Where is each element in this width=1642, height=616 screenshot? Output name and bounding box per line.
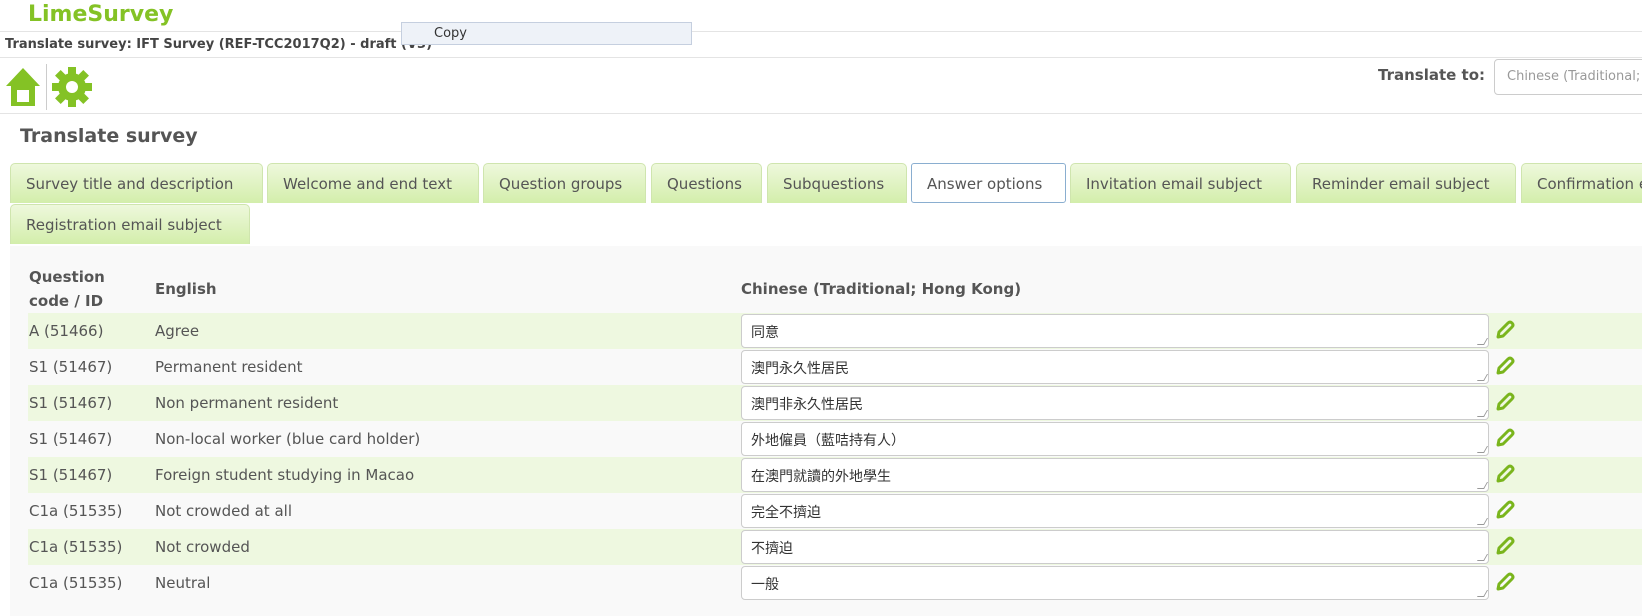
table-row: A (51466) Agree 同意: [28, 313, 1642, 349]
pencil-icon[interactable]: [1494, 355, 1516, 377]
pencil-icon[interactable]: [1494, 427, 1516, 449]
header-english: English: [155, 280, 217, 298]
pencil-icon[interactable]: [1494, 391, 1516, 413]
english-text: Foreign student studying in Macao: [155, 466, 415, 484]
english-text: Neutral: [155, 574, 211, 592]
english-text: Not crowded: [155, 538, 250, 556]
translation-input[interactable]: 澳門永久性居民: [741, 350, 1489, 384]
tab-welcome-end[interactable]: Welcome and end text: [267, 163, 479, 203]
tab-reminder-email[interactable]: Reminder email subject: [1296, 163, 1516, 203]
page-title: Translate survey: [20, 125, 198, 147]
translation-input[interactable]: 完全不擠迫: [741, 494, 1489, 528]
translation-input[interactable]: 澳門非永久性居民: [741, 386, 1489, 420]
tab-confirmation-email[interactable]: Confirmation email subject: [1521, 163, 1642, 203]
translation-input[interactable]: 外地僱員（藍咭持有人）: [741, 422, 1489, 456]
question-code: S1 (51467): [29, 430, 113, 448]
translation-input[interactable]: 一般: [741, 566, 1489, 600]
table-row: S1 (51467) Non-local worker (blue card h…: [28, 421, 1642, 457]
translation-input[interactable]: 同意: [741, 314, 1489, 348]
survey-title: Translate survey: IFT Survey (REF-TCC201…: [5, 37, 433, 52]
table-row: S1 (51467) Permanent resident 澳門永久性居民: [28, 349, 1642, 385]
translation-input[interactable]: 不擠迫: [741, 530, 1489, 564]
header-target: Chinese (Traditional; Hong Kong): [741, 280, 1022, 298]
english-text: Permanent resident: [155, 358, 303, 376]
question-code: S1 (51467): [29, 358, 113, 376]
pencil-icon[interactable]: [1494, 463, 1516, 485]
tab-invitation-email[interactable]: Invitation email subject: [1070, 163, 1291, 203]
tab-survey-title[interactable]: Survey title and description: [10, 163, 263, 203]
pencil-icon[interactable]: [1494, 319, 1516, 341]
question-code: C1a (51535): [29, 538, 123, 556]
tab-questions[interactable]: Questions: [651, 163, 762, 203]
table-row: S1 (51467) Non permanent resident 澳門非永久性…: [28, 385, 1642, 421]
english-text: Non permanent resident: [155, 394, 339, 412]
tab-registration-email[interactable]: Registration email subject: [10, 204, 250, 244]
question-code: C1a (51535): [29, 502, 123, 520]
english-text: Agree: [155, 322, 200, 340]
gear-icon[interactable]: [51, 66, 93, 108]
tab-answer-options[interactable]: Answer options: [911, 163, 1066, 203]
context-menu-copy[interactable]: Copy: [401, 22, 692, 45]
home-icon[interactable]: [4, 66, 42, 108]
question-code: A (51466): [29, 322, 104, 340]
translate-to-label: Translate to:: [1378, 66, 1486, 84]
english-text: Non-local worker (blue card holder): [155, 430, 421, 448]
table-row: C1a (51535) Neutral 一般: [28, 565, 1642, 601]
header-code: Question code / ID: [29, 268, 105, 310]
table-row: C1a (51535) Not crowded at all 完全不擠迫: [28, 493, 1642, 529]
tab-question-groups[interactable]: Question groups: [483, 163, 646, 203]
question-code: S1 (51467): [29, 394, 113, 412]
pencil-icon[interactable]: [1494, 535, 1516, 557]
pencil-icon[interactable]: [1494, 571, 1516, 593]
translate-to-select[interactable]: Chinese (Traditional; Hong Kong): [1494, 59, 1642, 95]
logo[interactable]: LimeSurvey: [28, 2, 173, 27]
english-text: Not crowded at all: [155, 502, 292, 520]
question-code: C1a (51535): [29, 574, 123, 592]
translation-input[interactable]: 在澳門就讀的外地學生: [741, 458, 1489, 492]
table-row: S1 (51467) Foreign student studying in M…: [28, 457, 1642, 493]
question-code: S1 (51467): [29, 466, 113, 484]
tab-subquestions[interactable]: Subquestions: [767, 163, 907, 203]
table-row: C1a (51535) Not crowded 不擠迫: [28, 529, 1642, 565]
pencil-icon[interactable]: [1494, 499, 1516, 521]
